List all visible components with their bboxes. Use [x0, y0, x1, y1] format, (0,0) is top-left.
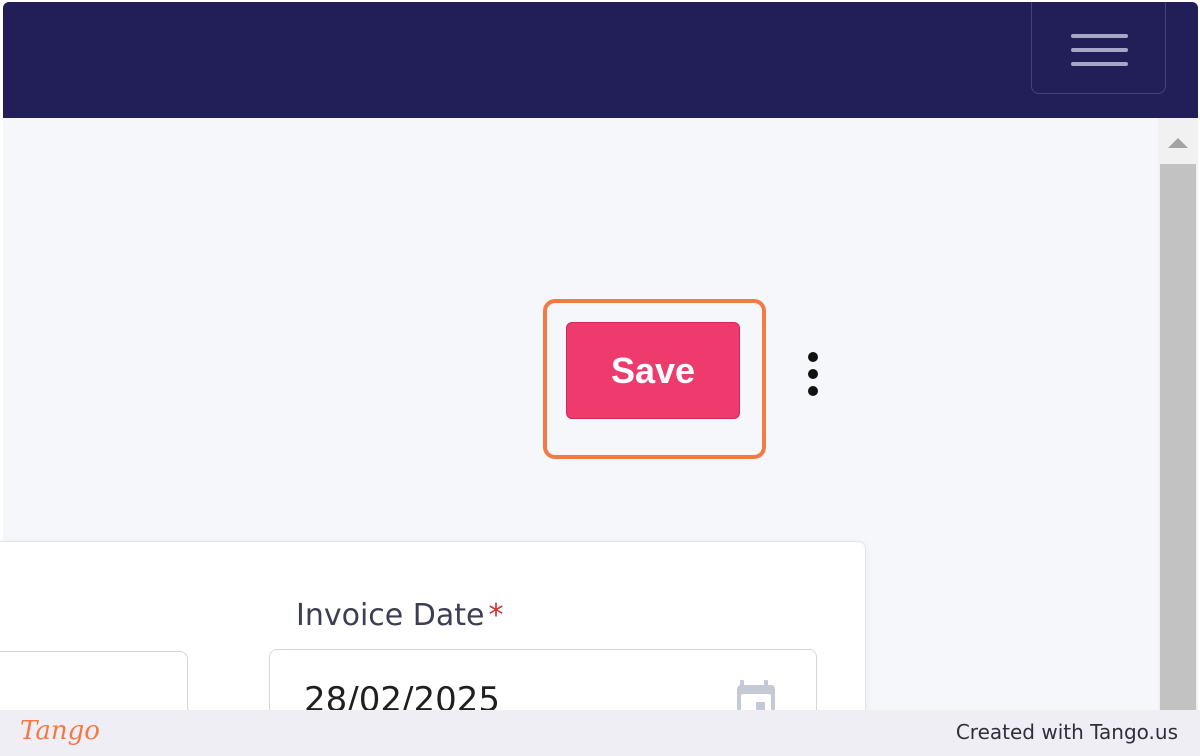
hamburger-menu-button[interactable] [1031, 2, 1166, 94]
scroll-up-arrow-icon[interactable] [1168, 138, 1188, 148]
save-button[interactable]: Save [566, 322, 740, 419]
vertical-scrollbar[interactable] [1158, 118, 1198, 710]
required-asterisk: * [488, 598, 504, 633]
top-navigation-bar [3, 2, 1198, 118]
hamburger-menu-icon-line [1071, 48, 1128, 52]
invoice-date-label-text: Invoice Date [296, 598, 485, 633]
kebab-dot [808, 369, 818, 379]
invoice-date-label: Invoice Date * [296, 598, 504, 633]
kebab-dot [808, 386, 818, 396]
scrollbar-thumb[interactable] [1160, 164, 1196, 710]
tango-logo: Tango [20, 716, 100, 746]
hamburger-menu-icon [1071, 34, 1128, 38]
more-vertical-icon[interactable] [800, 350, 826, 398]
created-with-credit: Created with Tango.us [955, 720, 1178, 744]
hamburger-menu-icon-line [1071, 62, 1128, 66]
kebab-dot [808, 352, 818, 362]
